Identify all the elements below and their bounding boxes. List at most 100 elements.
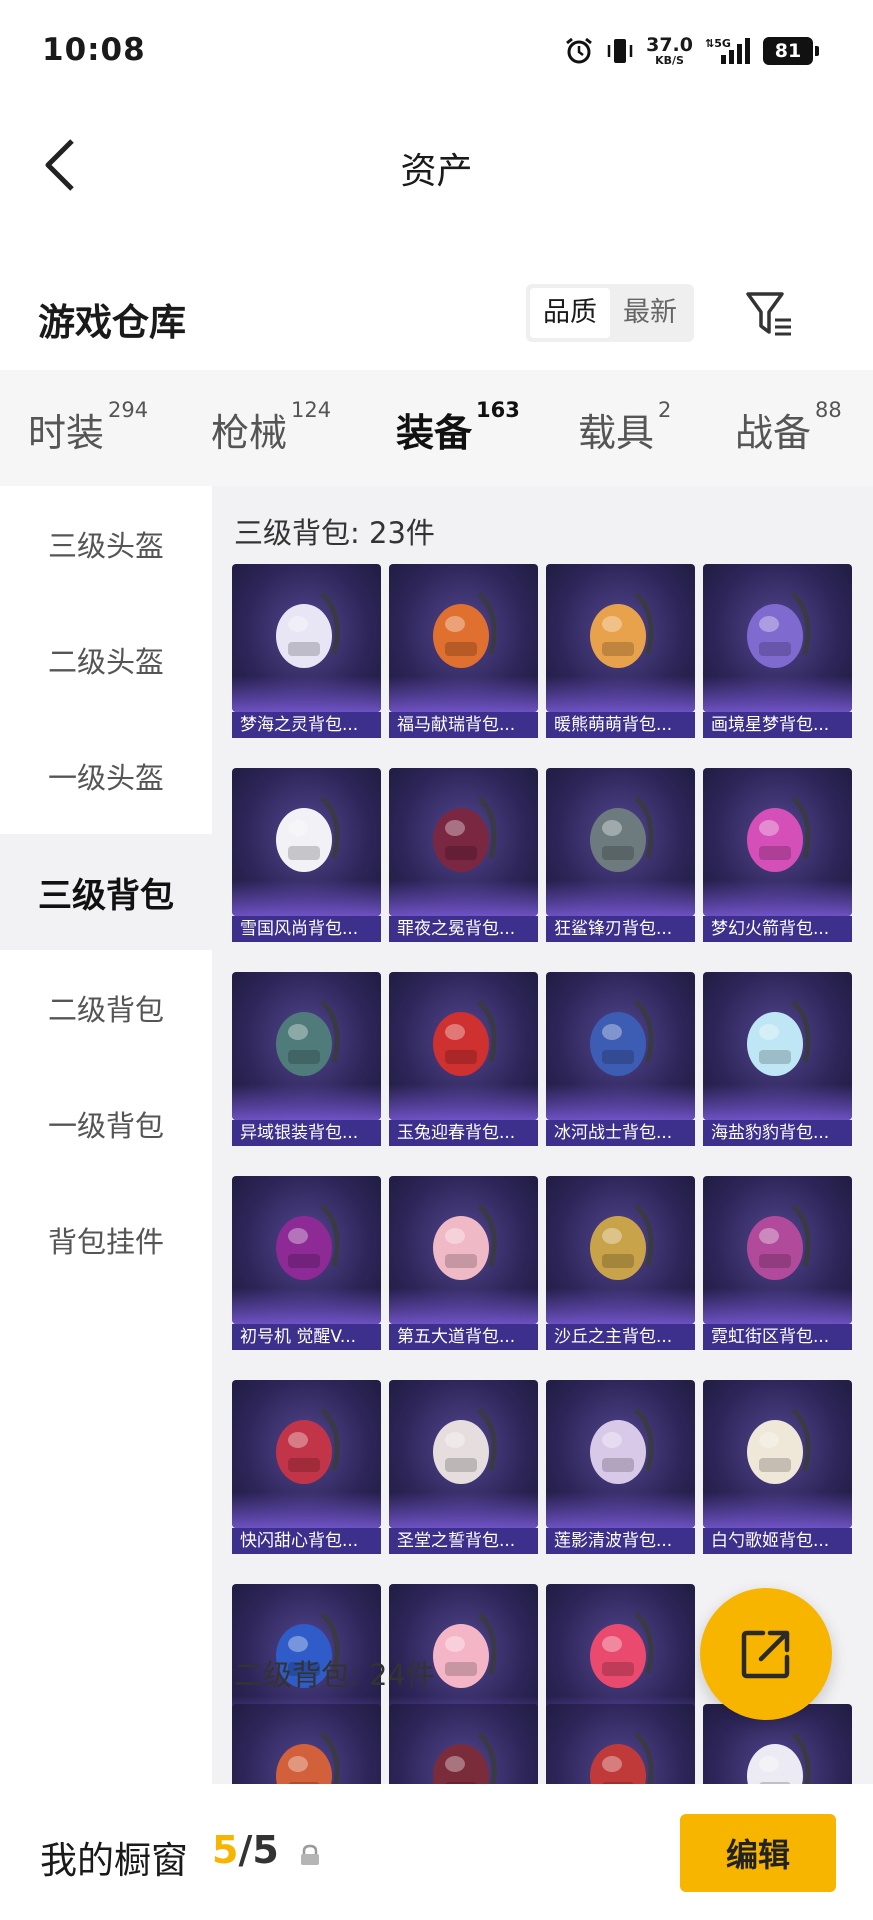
item-card[interactable]: 玉兔迎春背包...	[389, 972, 538, 1146]
backpack-icon	[276, 1732, 340, 1784]
item-card-image	[389, 972, 538, 1120]
item-card-image	[546, 1176, 695, 1324]
item-card[interactable]: 狂鲨锋刃背包...	[546, 768, 695, 942]
side-item-backpack-lv3[interactable]: 三级背包	[0, 834, 212, 950]
side-item-helmet-lv2[interactable]: 二级头盔	[0, 602, 212, 718]
backpack-icon	[747, 1204, 811, 1280]
backpack-icon	[433, 592, 497, 668]
page-title: 资产	[400, 151, 473, 192]
filter-button[interactable]	[740, 284, 800, 344]
item-card[interactable]: 莲影清波背包...	[546, 1380, 695, 1554]
item-card[interactable]: 罪夜之冕背包...	[389, 768, 538, 942]
item-name: 白勺歌姬背包...	[703, 1528, 852, 1554]
item-name: 异域银装背包...	[232, 1120, 381, 1146]
warehouse-title: 游戏仓库	[38, 301, 186, 344]
status-bar: 10:08 37.0 KB/S ⇅5G 81	[0, 0, 873, 104]
side-item-backpack-charm[interactable]: 背包挂件	[0, 1182, 212, 1298]
sort-option-newest[interactable]: 最新	[610, 288, 690, 338]
item-card-image	[232, 1380, 381, 1528]
item-name: 玉兔迎春背包...	[389, 1120, 538, 1146]
item-card-image	[703, 972, 852, 1120]
item-name: 画境星梦背包...	[703, 712, 852, 738]
backpack-icon	[590, 1000, 654, 1076]
item-name: 圣堂之誓背包...	[389, 1528, 538, 1554]
warehouse-header: 游戏仓库 品质 最新	[0, 268, 873, 368]
item-card[interactable]: 梦幻火箭背包...	[703, 768, 852, 942]
tab-firearms[interactable]: 枪械124	[211, 398, 331, 457]
item-card[interactable]: 海盐豹豹背包...	[703, 972, 852, 1146]
tab-fashion[interactable]: 时装294	[28, 398, 148, 457]
side-item-backpack-lv2[interactable]: 二级背包	[0, 950, 212, 1066]
tab-equipment[interactable]: 装备163	[396, 398, 520, 498]
item-card[interactable]: 画境星梦背包...	[703, 564, 852, 738]
backpack-icon	[590, 1204, 654, 1280]
item-card[interactable]: 福马献瑞背包...	[389, 564, 538, 738]
item-card[interactable]: 梦海之灵背包...	[232, 564, 381, 738]
backpack-icon	[747, 1408, 811, 1484]
item-name: 狂鲨锋刃背包...	[546, 916, 695, 942]
showcase-total: /5	[238, 1828, 279, 1872]
item-name: 暖熊萌萌背包...	[546, 712, 695, 738]
alarm-icon	[566, 37, 593, 64]
item-card[interactable]: 初号机 觉醒V...	[232, 1176, 381, 1350]
tab-count: 163	[476, 398, 520, 422]
section-title: 三级背包: 23件	[234, 516, 435, 550]
item-card[interactable]: 霓虹街区背包...	[703, 1176, 852, 1350]
tab-label: 装备	[396, 411, 473, 455]
side-item-helmet-lv3[interactable]: 三级头盔	[0, 486, 212, 602]
item-card-image	[389, 1176, 538, 1324]
item-name: 第五大道背包...	[389, 1324, 538, 1350]
signal-5g-icon: ⇅5G	[705, 37, 750, 64]
item-card-image	[546, 564, 695, 712]
tab-label: 枪械	[211, 411, 288, 455]
item-card[interactable]: 异域银装背包...	[232, 972, 381, 1146]
item-card[interactable]	[232, 1704, 381, 1784]
backpack-icon	[433, 1732, 497, 1784]
item-card[interactable]: 白勺歌姬背包...	[703, 1380, 852, 1554]
showcase-current: 5	[212, 1828, 239, 1872]
backpack-icon	[747, 592, 811, 668]
item-card[interactable]: 暖熊萌萌背包...	[546, 564, 695, 738]
tab-label: 时装	[28, 411, 105, 455]
showcase-count: 5/5	[212, 1828, 279, 1872]
item-card-image	[232, 768, 381, 916]
item-card-image	[389, 1380, 538, 1528]
backpack-icon	[276, 592, 340, 668]
item-name: 莲影清波背包...	[546, 1528, 695, 1554]
backpack-icon	[433, 1408, 497, 1484]
backpack-icon	[276, 1000, 340, 1076]
item-name: 沙丘之主背包...	[546, 1324, 695, 1350]
item-name: 快闪甜心背包...	[232, 1528, 381, 1554]
item-card-image	[546, 1380, 695, 1528]
side-item-helmet-lv1[interactable]: 一级头盔	[0, 718, 212, 834]
item-card[interactable]: 圣堂之誓背包...	[389, 1380, 538, 1554]
tab-count: 124	[291, 398, 332, 422]
nav-bar: 资产	[0, 104, 873, 224]
share-button[interactable]	[700, 1588, 832, 1720]
backpack-icon	[747, 1000, 811, 1076]
tab-count: 294	[108, 398, 149, 422]
tab-label: 战备	[735, 411, 812, 455]
tab-vehicles[interactable]: 载具2	[578, 398, 671, 457]
item-card-image	[546, 1704, 695, 1784]
item-name: 福马献瑞背包...	[389, 712, 538, 738]
item-name: 霓虹街区背包...	[703, 1324, 852, 1350]
item-card[interactable]: 雪国风尚背包...	[232, 768, 381, 942]
item-card[interactable]: 沙丘之主背包...	[546, 1176, 695, 1350]
item-card[interactable]: 快闪甜心背包...	[232, 1380, 381, 1554]
status-time: 10:08	[42, 32, 146, 68]
side-item-backpack-lv1[interactable]: 一级背包	[0, 1066, 212, 1182]
tab-supplies[interactable]: 战备88	[735, 398, 842, 457]
showcase-label: 我的橱窗	[40, 1839, 188, 1882]
item-card[interactable]: 冰河战士背包...	[546, 972, 695, 1146]
edit-button[interactable]: 编辑	[680, 1814, 836, 1892]
sort-option-quality[interactable]: 品质	[530, 288, 610, 338]
item-name: 初号机 觉醒V...	[232, 1324, 381, 1350]
backpack-icon	[590, 1408, 654, 1484]
item-card-image	[232, 564, 381, 712]
bottom-bar: 我的橱窗 5/5 编辑	[0, 1784, 873, 1920]
item-card[interactable]	[389, 1704, 538, 1784]
item-card[interactable]: 第五大道背包...	[389, 1176, 538, 1350]
item-name: 梦幻火箭背包...	[703, 916, 852, 942]
item-card[interactable]	[546, 1704, 695, 1784]
